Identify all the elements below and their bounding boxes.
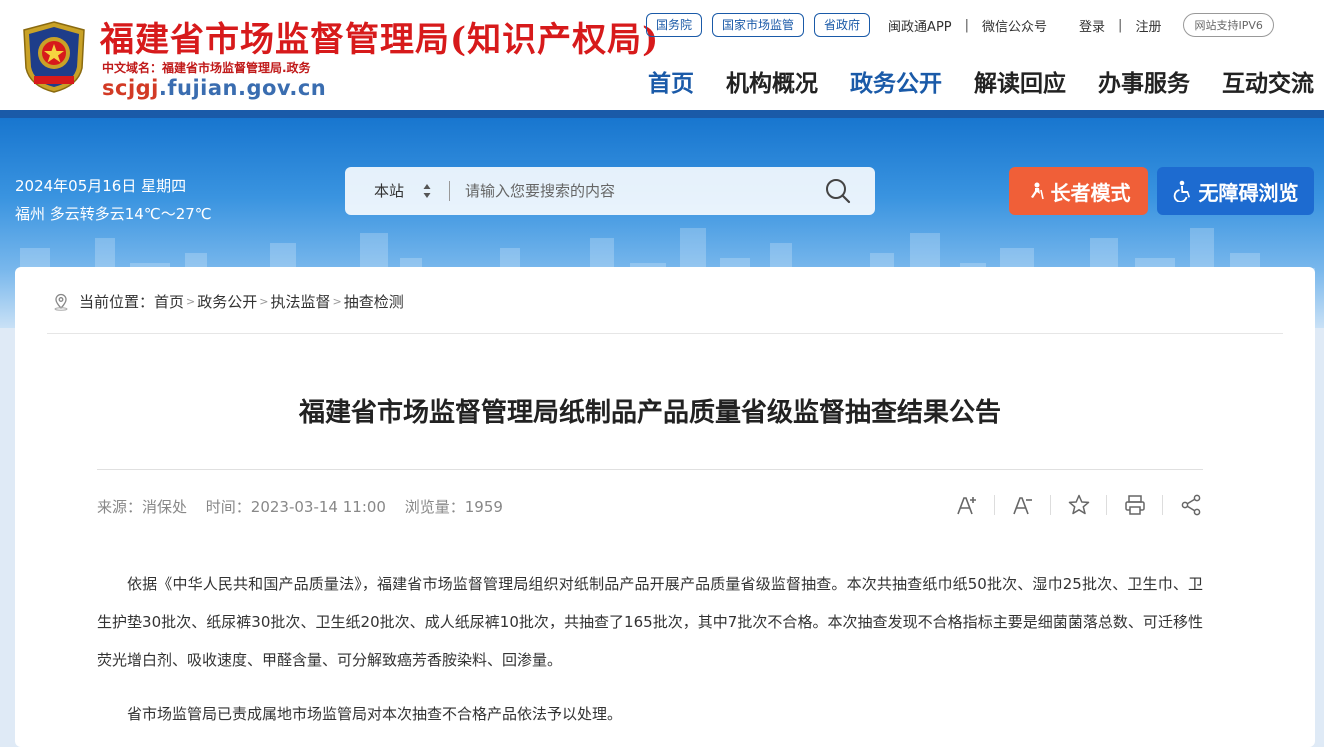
tool-separator (1106, 494, 1107, 515)
separator: | (964, 17, 970, 33)
link-minzhengtong-app[interactable]: 闽政通APP (888, 16, 952, 35)
site-title[interactable]: 福建省市场监督管理局(知识产权局) (100, 12, 659, 61)
date-weather: 2024年05月16日 星期四 福州 多云转多云14℃～27℃ (15, 172, 212, 228)
breadcrumb-enforcement[interactable]: 执法监督 (270, 291, 330, 312)
breadcrumb-separator: > (186, 295, 196, 308)
ipv6-badge[interactable]: 网站支持IPV6 (1183, 13, 1274, 37)
breadcrumb-gov-affairs[interactable]: 政务公开 (197, 291, 257, 312)
main-nav: 首页 机构概况 政务公开 解读回应 办事服务 互动交流 (616, 64, 1314, 98)
link-guojia-scjg[interactable]: 国家市场监管 (712, 13, 805, 37)
nav-services[interactable]: 办事服务 (1098, 64, 1190, 98)
print-icon[interactable] (1122, 492, 1147, 517)
search-divider (449, 181, 450, 201)
star-icon[interactable] (1066, 492, 1091, 517)
search-icon[interactable] (823, 177, 853, 205)
article-paragraph-2: 省市场监管局已责成属地市场监管局对本次抽查不合格产品依法予以处理。 (127, 705, 623, 723)
elder-icon (1030, 182, 1044, 200)
article-paragraph-1: 依据《中华人民共和国产品质量法》，福建省市场监督管理局组织对纸制品产品开展产品质… (97, 575, 1203, 669)
tool-separator (994, 494, 995, 515)
breadcrumb-inspection[interactable]: 抽查检测 (344, 291, 404, 312)
divider (97, 469, 1203, 470)
article-source: 来源：消保处 (97, 498, 188, 516)
header-bar (0, 110, 1324, 118)
site-url: scjgj.fujian.gov.cn (102, 76, 326, 100)
accessible-browse-label: 无障碍浏览 (1198, 180, 1299, 205)
location-icon (54, 293, 68, 311)
article-time: 时间：2023-03-14 11:00 (205, 498, 386, 516)
breadcrumb-separator: > (259, 295, 269, 308)
separator: | (1118, 17, 1123, 33)
search-input[interactable] (455, 175, 835, 207)
weather: 福州 多云转多云14℃～27℃ (15, 205, 212, 223)
font-decrease-icon[interactable] (1010, 492, 1035, 517)
tool-separator (1050, 494, 1051, 515)
breadcrumb-label: 当前位置： (79, 293, 155, 311)
article-views: 浏览量：1959 (404, 498, 503, 516)
nav-interpretation[interactable]: 解读回应 (974, 64, 1066, 98)
nav-interaction[interactable]: 互动交流 (1222, 64, 1314, 98)
tool-separator (1162, 494, 1163, 515)
elder-mode-button[interactable]: 长者模式 (1009, 167, 1148, 215)
nav-about[interactable]: 机构概况 (726, 64, 818, 98)
nav-home[interactable]: 首页 (648, 64, 694, 98)
breadcrumb-separator: > (332, 295, 342, 308)
link-guowuyuan[interactable]: 国务院 (646, 13, 703, 37)
font-increase-icon[interactable] (954, 492, 979, 517)
article-meta: 来源：消保处 时间：2023-03-14 11:00 浏览量：1959 (97, 496, 517, 517)
article-tools (954, 492, 1203, 517)
site-header: 福建省市场监督管理局(知识产权局) 中文域名：福建省市场监督管理局.政务 scj… (0, 0, 1324, 110)
sort-arrows-icon[interactable] (423, 183, 431, 199)
register-link[interactable]: 注册 (1135, 16, 1161, 35)
login-link[interactable]: 登录 (1079, 16, 1105, 35)
search-bar: 本站 (345, 167, 875, 215)
breadcrumb: 当前位置： 首页 > 政务公开 > 执法监督 > 抽查检测 (52, 291, 404, 312)
link-weixin[interactable]: 微信公众号 (982, 16, 1047, 35)
site-domain-cn: 中文域名：福建省市场监督管理局.政务 (102, 61, 311, 75)
link-shengzhengfu[interactable]: 省政府 (814, 13, 871, 37)
site-url-suffix: .fujian.gov.cn (158, 76, 327, 100)
breadcrumb-home[interactable]: 首页 (154, 291, 184, 312)
nav-gov-affairs[interactable]: 政务公开 (850, 64, 942, 98)
share-icon[interactable] (1178, 492, 1203, 517)
current-date: 2024年05月16日 星期四 (15, 177, 187, 195)
article-title: 福建省市场监督管理局纸制品产品质量省级监督抽查结果公告 (298, 398, 1001, 428)
emblem-icon[interactable] (20, 20, 88, 94)
wheelchair-icon (1173, 180, 1190, 202)
elder-mode-label: 长者模式 (1050, 180, 1131, 205)
divider (47, 333, 1283, 334)
site-url-prefix: scjgj (102, 76, 159, 100)
search-scope-select[interactable]: 本站 (374, 180, 404, 201)
accessible-browse-button[interactable]: 无障碍浏览 (1157, 167, 1314, 215)
top-links: 国务院 国家市场监管 省政府 闽政通APP | 微信公众号 登录 | 注册 网站… (646, 13, 1274, 37)
